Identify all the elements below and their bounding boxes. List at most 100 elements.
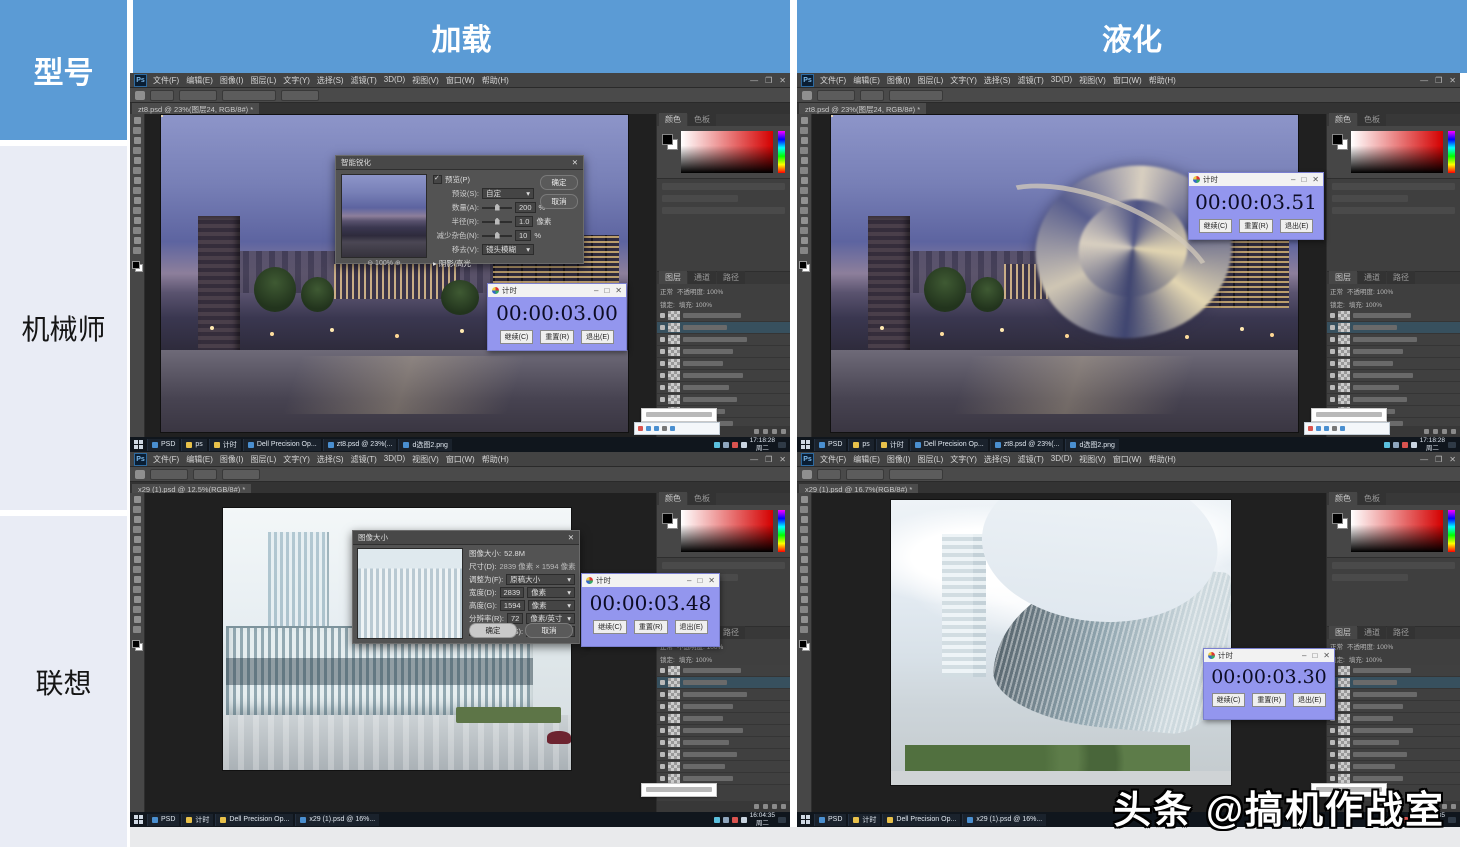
timer-continue-button[interactable]: 继续(C): [1212, 693, 1246, 707]
layer-row[interactable]: [1327, 701, 1460, 713]
menu-item[interactable]: 帮助(H): [1149, 454, 1176, 465]
tool-icon[interactable]: [800, 127, 808, 134]
tool-icon[interactable]: [134, 137, 141, 144]
tool-icon[interactable]: [133, 247, 141, 254]
tool-icon[interactable]: [135, 470, 145, 479]
layer-row[interactable]: [657, 761, 790, 773]
opacity-field[interactable]: 不透明度: 100%: [1347, 286, 1393, 296]
layer-visibility-icon[interactable]: [1330, 325, 1335, 330]
menu-item[interactable]: 编辑(E): [853, 75, 880, 86]
tool-icon[interactable]: [134, 576, 141, 583]
tool-icon[interactable]: [133, 207, 141, 214]
menu-item[interactable]: 图层(L): [917, 454, 943, 465]
minimize-button[interactable]: —: [750, 76, 758, 85]
menu-item[interactable]: 编辑(E): [186, 454, 213, 465]
layer-row[interactable]: [1327, 370, 1460, 382]
menu-item[interactable]: 选择(S): [984, 454, 1011, 465]
timer-continue-button[interactable]: 继续(C): [593, 620, 627, 634]
taskbar-item[interactable]: ps: [848, 439, 873, 451]
hue-strip[interactable]: [1448, 131, 1455, 173]
layer-row[interactable]: [1327, 689, 1460, 701]
tool-icon[interactable]: [801, 137, 808, 144]
timer-continue-button[interactable]: 继续(C): [1199, 219, 1233, 233]
layer-row[interactable]: [657, 358, 790, 370]
layer-visibility-icon[interactable]: [660, 361, 665, 366]
layer-row[interactable]: [657, 334, 790, 346]
panel-tab[interactable]: 通道: [1358, 271, 1386, 284]
fill-field[interactable]: 填充: 100%: [679, 299, 712, 309]
restore-button[interactable]: ❐: [765, 76, 772, 85]
tool-icon[interactable]: [801, 177, 808, 184]
tool-icon[interactable]: [133, 626, 141, 633]
layer-row[interactable]: [1327, 725, 1460, 737]
tool-icon[interactable]: [801, 596, 808, 603]
menu-item[interactable]: 滤镜(T): [1018, 454, 1044, 465]
menu-item[interactable]: 图像(I): [887, 454, 911, 465]
tools-panel[interactable]: [797, 114, 812, 437]
restore-button[interactable]: ❐: [1435, 76, 1442, 85]
color-gradient-field[interactable]: [681, 131, 773, 173]
preview-zoom-level[interactable]: ⊖ 100% ⊕: [342, 259, 426, 267]
tool-icon[interactable]: [801, 197, 808, 204]
close-button[interactable]: ✕: [1449, 455, 1456, 464]
layer-row[interactable]: [657, 713, 790, 725]
panel-tab[interactable]: 颜色: [1329, 492, 1357, 505]
height-input[interactable]: 1594: [500, 600, 525, 611]
preview-checkbox[interactable]: [433, 175, 442, 184]
tool-icon[interactable]: [134, 496, 141, 503]
taskbar-item[interactable]: 计时: [181, 814, 213, 826]
hue-strip[interactable]: [778, 510, 785, 552]
layer-visibility-icon[interactable]: [660, 752, 665, 757]
foreground-background-color-icon[interactable]: [799, 640, 809, 650]
foreground-background-color-icon[interactable]: [799, 261, 809, 271]
tool-icon[interactable]: [134, 596, 141, 603]
taskbar-item[interactable]: Dell Precision Op...: [882, 814, 960, 826]
tool-icon[interactable]: [134, 157, 141, 164]
layer-row[interactable]: [1327, 737, 1460, 749]
fill-field[interactable]: 填充: 100%: [1349, 654, 1382, 664]
layer-visibility-icon[interactable]: [660, 397, 665, 402]
layer-row[interactable]: [657, 749, 790, 761]
blend-mode-select[interactable]: 正常: [660, 286, 673, 296]
tool-icon[interactable]: [133, 127, 141, 134]
tools-panel[interactable]: [130, 114, 145, 437]
menu-item[interactable]: 文件(F): [820, 454, 846, 465]
tool-icon[interactable]: [133, 566, 141, 573]
remove-select[interactable]: 镜头模糊▾: [482, 244, 534, 255]
tool-icon[interactable]: [800, 586, 808, 593]
tool-icon[interactable]: [801, 616, 808, 623]
notification-center-icon[interactable]: [1448, 817, 1456, 823]
panel-tab[interactable]: 路径: [1387, 271, 1415, 284]
layer-row[interactable]: [1327, 713, 1460, 725]
tool-icon[interactable]: [134, 516, 141, 523]
tool-icon[interactable]: [133, 147, 141, 154]
tool-icon[interactable]: [801, 556, 808, 563]
tool-icon[interactable]: [801, 576, 808, 583]
color-gradient-field[interactable]: [681, 510, 773, 552]
tool-icon[interactable]: [800, 606, 808, 613]
timer-exit-button[interactable]: 退出(E): [675, 620, 708, 634]
timer-close[interactable]: ✕: [1323, 651, 1330, 660]
layer-row[interactable]: [1327, 761, 1460, 773]
menu-item[interactable]: 3D(D): [384, 75, 405, 86]
restore-button[interactable]: ❐: [765, 455, 772, 464]
fill-field[interactable]: 填充: 100%: [679, 654, 712, 664]
options-control[interactable]: [222, 469, 260, 480]
tool-icon[interactable]: [800, 566, 808, 573]
dialog-close-icon[interactable]: ✕: [568, 533, 574, 542]
minimize-button[interactable]: —: [750, 455, 758, 464]
tool-icon[interactable]: [133, 187, 141, 194]
timer-maximize[interactable]: □: [1301, 175, 1306, 184]
options-control[interactable]: [179, 90, 217, 101]
menu-item[interactable]: 窗口(W): [1113, 454, 1142, 465]
ok-button[interactable]: 确定: [469, 623, 517, 638]
fit-select[interactable]: 原稿大小▾: [506, 574, 575, 585]
noise-slider[interactable]: [482, 235, 512, 237]
timer-minimize[interactable]: –: [687, 576, 691, 585]
menu-item[interactable]: 文字(Y): [950, 75, 977, 86]
panel-tab[interactable]: 色板: [688, 492, 716, 505]
close-button[interactable]: ✕: [1449, 76, 1456, 85]
restore-button[interactable]: ❐: [1435, 455, 1442, 464]
panel-tab[interactable]: 图层: [1329, 271, 1357, 284]
timer-maximize[interactable]: □: [1312, 651, 1317, 660]
